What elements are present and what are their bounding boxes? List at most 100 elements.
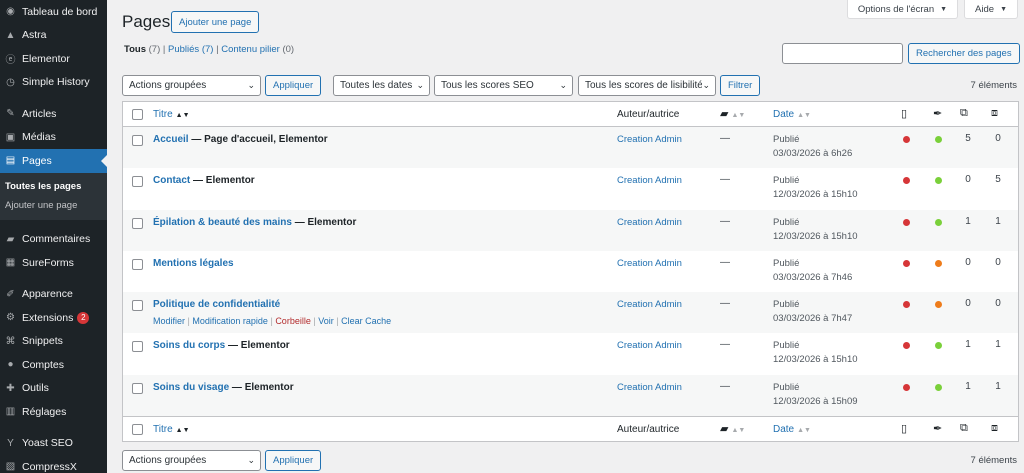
seo-score-select[interactable]: Tous les scores SEO ⌄ [434, 75, 573, 96]
filter-button[interactable]: Filtrer [720, 75, 761, 96]
publish-status: Publié [773, 381, 800, 393]
apply-button-bottom[interactable]: Appliquer [265, 450, 322, 471]
search-input[interactable] [782, 43, 903, 64]
column-date-header[interactable]: Date ▲▼ [773, 109, 811, 120]
sidebar-item-sureforms[interactable]: ▦ SureForms [0, 251, 107, 275]
sidebar-item-simple-history[interactable]: ◷ Simple History [0, 71, 107, 95]
sidebar-item-compressx[interactable]: ▧ CompressX [0, 455, 107, 473]
view-link[interactable]: Voir [318, 316, 334, 326]
date-cell: Publié 03/03/2026 à 7h46 [773, 257, 852, 285]
sidebar-item-articles[interactable]: ✎ Articles [0, 102, 107, 126]
column-date-header[interactable]: Date ▲▼ [773, 424, 811, 435]
sidebar-item-pages[interactable]: ▤ Pages [0, 149, 107, 173]
filter-all[interactable]: Tous [124, 44, 146, 55]
sidebar-item-tableau-de-bord[interactable]: ◉ Tableau de bord [0, 0, 107, 24]
screen-meta-links: Options de l'écran ▼ Aide ▼ [846, 0, 1018, 19]
seo-score-column-icon[interactable]: ▯ [901, 107, 907, 120]
row-checkbox[interactable] [132, 217, 143, 229]
row-checkbox[interactable] [132, 258, 143, 270]
sidebar-item-commentaires[interactable]: ▰ Commentaires [0, 228, 107, 252]
page-title-link[interactable]: Mentions légales [153, 258, 234, 269]
author-link[interactable]: Creation Admin [617, 382, 682, 393]
row-checkbox[interactable] [132, 135, 143, 146]
row-checkbox[interactable] [132, 382, 143, 394]
author-link[interactable]: Creation Admin [617, 258, 682, 269]
sidebar-item-extensions[interactable]: ⚙ Extensions 2 [0, 306, 107, 330]
select-all-checkbox[interactable] [132, 424, 143, 436]
author-link[interactable]: Creation Admin [617, 134, 682, 145]
sidebar-item-outils[interactable]: ✚ Outils [0, 377, 107, 401]
help-button[interactable]: Aide ▼ [964, 0, 1018, 19]
table-row: Soins du corps — Elementor Creation Admin… [123, 333, 1018, 374]
sidebar-item-astra[interactable]: ▲ Astra [0, 24, 107, 48]
bulk-actions-select-bottom[interactable]: Actions groupées ⌄ [122, 450, 261, 471]
filter-pillar[interactable]: Contenu pilier [221, 44, 280, 55]
sidebar-item-yoast-seo[interactable]: Y Yoast SEO [0, 432, 107, 456]
date-header-label: Date [773, 424, 795, 436]
date-cell: Publié 03/03/2026 à 6h26 [773, 133, 852, 161]
date-filter-select[interactable]: Toutes les dates ⌄ [333, 75, 430, 96]
page-title-cell: Mentions légales [153, 258, 234, 269]
submenu-item[interactable]: Toutes les pages [0, 177, 107, 196]
media-icon: ▣ [5, 131, 16, 143]
search-pages-button[interactable]: Rechercher des pages [908, 43, 1020, 64]
sidebar-item-r-glages[interactable]: ▥ Réglages [0, 400, 107, 424]
sidebar-item-label: Comptes [22, 358, 65, 371]
row-checkbox[interactable] [132, 176, 143, 188]
author-link[interactable]: Creation Admin [617, 175, 682, 186]
sidebar-item-label: Outils [22, 382, 49, 395]
internal-links-count: 0 [965, 256, 971, 268]
seo-score-column-icon[interactable]: ▯ [901, 422, 907, 435]
bulk-actions-select[interactable]: Actions groupées ⌄ [122, 75, 261, 96]
column-title-header[interactable]: Titre ▲▼ [153, 109, 190, 120]
readability-score-dot [935, 342, 942, 350]
filter-published-count[interactable]: (7) [202, 44, 214, 55]
sort-icon: ▲▼ [797, 112, 811, 119]
sidebar-item-apparence[interactable]: ✐ Apparence [0, 283, 107, 307]
comments-column-icon[interactable]: ▰ ▲▼ [720, 422, 745, 435]
incoming-links-count: 1 [995, 339, 1001, 351]
readability-column-icon[interactable]: ✒ [933, 422, 942, 435]
screen-options-button[interactable]: Options de l'écran ▼ [846, 0, 959, 19]
comments-count: — [720, 339, 730, 351]
comments-column-icon[interactable]: ▰ ▲▼ [720, 107, 745, 120]
trash-link[interactable]: Corbeille [275, 316, 311, 326]
page-title-link[interactable]: Soins du corps [153, 340, 225, 351]
page-title-cell: Soins du corps — Elementor [153, 340, 290, 351]
brush-icon: ✐ [6, 288, 15, 300]
publish-date: 03/03/2026 à 7h46 [773, 271, 853, 283]
readability-column-icon[interactable]: ✒ [933, 107, 942, 120]
apply-button[interactable]: Appliquer [265, 75, 322, 96]
row-checkbox[interactable] [132, 341, 143, 353]
author-link[interactable]: Creation Admin [617, 340, 682, 351]
internal-links-column-icon[interactable]: ⧉ [960, 422, 968, 435]
readability-score-select[interactable]: Tous les scores de lisibilité ⌄ [578, 75, 716, 96]
page-title-link[interactable]: Soins du visage [153, 382, 229, 393]
chevron-down-icon: ⌄ [247, 455, 255, 465]
sidebar-item-comptes[interactable]: ● Comptes [0, 353, 107, 377]
internal-links-column-icon[interactable]: ⧉ [960, 107, 968, 120]
page-title-link[interactable]: Accueil [153, 134, 189, 145]
sidebar-item-m-dias[interactable]: ▣ Médias [0, 126, 107, 150]
row-checkbox[interactable] [132, 300, 143, 312]
column-title-header[interactable]: Titre ▲▼ [153, 424, 190, 435]
clear-cache-link[interactable]: Clear Cache [341, 316, 391, 326]
incoming-links-column-icon[interactable]: ⧈ [991, 107, 998, 120]
page-title-link[interactable]: Épilation & beauté des mains [153, 217, 292, 228]
title-header-label: Titre [153, 109, 173, 120]
table-row: Soins du visage — Elementor Creation Admi… [123, 374, 1018, 417]
separator: | [313, 316, 316, 327]
select-all-checkbox[interactable] [132, 109, 143, 120]
page-title-link[interactable]: Politique de confidentialité [153, 299, 280, 310]
quick-edit-link[interactable]: Modification rapide [192, 316, 268, 326]
add-page-button[interactable]: Ajouter une page [171, 11, 260, 33]
page-title-link[interactable]: Contact [153, 175, 190, 186]
author-link[interactable]: Creation Admin [617, 299, 682, 310]
author-link[interactable]: Creation Admin [617, 217, 682, 228]
sidebar-item-elementor[interactable]: ⓔ Elementor [0, 47, 107, 71]
filter-published[interactable]: Publiés [168, 44, 199, 55]
sidebar-item-snippets[interactable]: ⌘ Snippets [0, 330, 107, 354]
incoming-links-column-icon[interactable]: ⧈ [991, 422, 998, 435]
submenu-item[interactable]: Ajouter une page [0, 196, 107, 215]
edit-link[interactable]: Modifier [153, 316, 185, 326]
